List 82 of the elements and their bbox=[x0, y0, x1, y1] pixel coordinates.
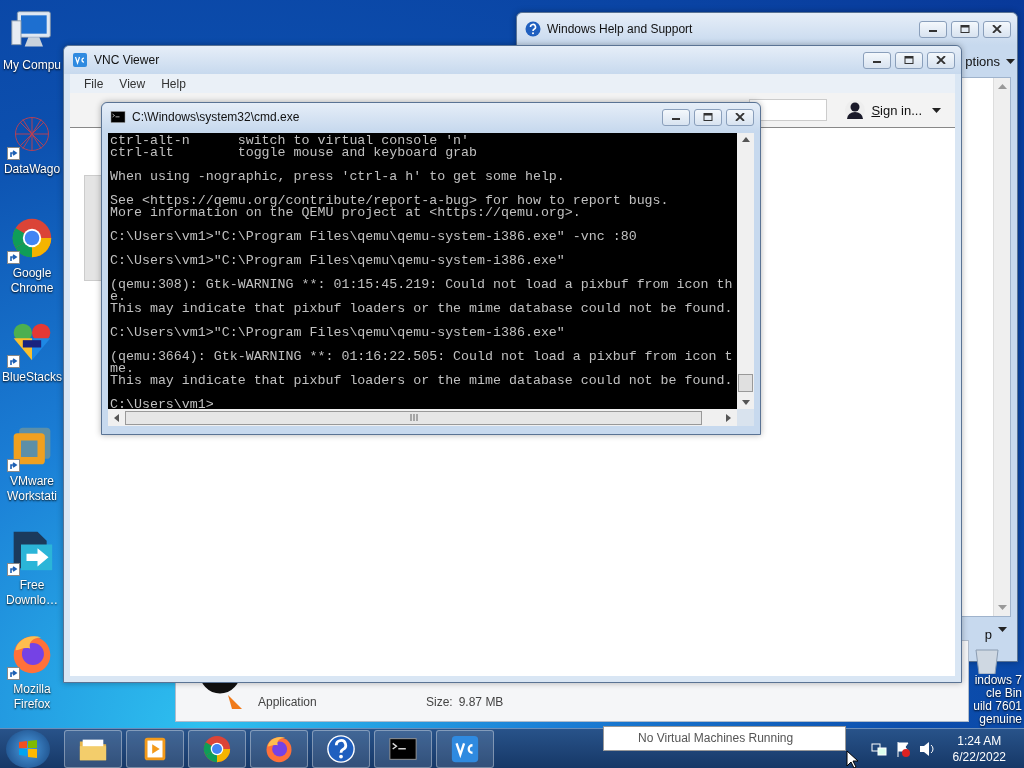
console-line: C:\Users\vm1>"C:\Program Files\qemu\qemu-system-i386.exe" -vnc :80 bbox=[110, 231, 638, 243]
clock-date: 6/22/2022 bbox=[952, 749, 1006, 765]
window-title: VNC Viewer bbox=[94, 53, 161, 67]
close-button[interactable] bbox=[927, 51, 955, 69]
console-line: When using -nographic, press 'ctrl-a h' to get some help. bbox=[110, 171, 566, 183]
console-line: This may indicate that pixbuf loaders or the mime database could not be found. bbox=[110, 375, 734, 387]
console-line: (qemu:3664): Gtk-WARNING **: 01:16:22.505: Could not load a pixbuf from icon t bbox=[110, 351, 734, 363]
console-line: More information on the QEMU project at <https://qemu.org>. bbox=[110, 207, 581, 219]
console-line: ctrl-alt toggle mouse and keyboard grab bbox=[110, 147, 479, 159]
watermark-text: uild 7601 bbox=[973, 700, 1022, 713]
console-line: See <https://qemu.org/contribute/report-a-bug> for how to report bugs. bbox=[110, 195, 670, 207]
console-line: ctrl-alt-n switch to virtual console 'n' bbox=[110, 135, 470, 147]
desktop-icon-label[interactable]: My Compu bbox=[1, 58, 63, 73]
desktop-icon-label[interactable]: VMware Workstati bbox=[1, 474, 63, 504]
vnc-viewer-icon[interactable] bbox=[450, 734, 480, 764]
sign-in-button[interactable]: Sign in... bbox=[871, 102, 922, 118]
firefox-icon bbox=[264, 734, 294, 764]
terminal-icon[interactable] bbox=[110, 109, 126, 125]
scroll-thumb[interactable] bbox=[738, 374, 753, 392]
desktop-icon-label[interactable]: cle Bin bbox=[985, 687, 1022, 700]
desktop-icon-label[interactable]: DataWago bbox=[1, 162, 63, 177]
caret-icon bbox=[998, 627, 1007, 632]
vertical-scrollbar[interactable] bbox=[737, 133, 754, 409]
close-button[interactable] bbox=[726, 108, 754, 126]
action-center-flag-icon[interactable] bbox=[894, 741, 911, 757]
console-line: C:\Users\vm1> bbox=[110, 399, 215, 409]
menu-item[interactable]: View bbox=[111, 76, 154, 91]
size-label: Size: bbox=[426, 695, 453, 709]
maximize-button[interactable] bbox=[951, 20, 979, 38]
scroll-up-icon[interactable] bbox=[741, 137, 750, 142]
scroll-down-icon[interactable] bbox=[741, 400, 750, 405]
console-line: e. bbox=[110, 291, 126, 303]
maximize-icon bbox=[703, 113, 713, 121]
window-title: Windows Help and Support bbox=[547, 22, 694, 36]
clock[interactable]: 1:24 AM 6/22/2022 bbox=[952, 733, 1006, 765]
help-icon[interactable] bbox=[326, 734, 356, 764]
minimize-button[interactable] bbox=[863, 51, 891, 69]
menu-item[interactable]: File bbox=[76, 76, 112, 91]
maximize-button[interactable] bbox=[694, 108, 722, 126]
chrome-icon bbox=[202, 734, 232, 764]
start-button[interactable] bbox=[6, 730, 50, 768]
console-line: (qemu:308): Gtk-WARNING **: 01:15:45.219: Could not load a pixbuf from icon th bbox=[110, 279, 734, 291]
close-icon bbox=[936, 56, 946, 64]
scroll-thumb[interactable] bbox=[125, 410, 702, 425]
horizontal-scrollbar[interactable] bbox=[108, 409, 754, 426]
close-icon bbox=[992, 25, 1002, 33]
desktop-icon-label[interactable]: Google Chrome bbox=[1, 266, 63, 296]
minimize-button[interactable] bbox=[662, 108, 690, 126]
mouse-cursor-icon bbox=[846, 750, 858, 768]
close-icon bbox=[735, 113, 745, 121]
console-line: C:\Users\vm1>"C:\Program Files\qemu\qemu-system-i386.exe" bbox=[110, 327, 566, 339]
close-button[interactable] bbox=[983, 20, 1011, 38]
options-menu[interactable]: ptions bbox=[965, 53, 1000, 69]
user-icon bbox=[845, 100, 866, 120]
watermark-text: genuine bbox=[979, 713, 1022, 726]
minimize-button[interactable] bbox=[919, 20, 947, 38]
scroll-left-icon[interactable] bbox=[114, 413, 119, 422]
file-type-label: Application bbox=[258, 695, 318, 709]
help-menu[interactable]: p bbox=[984, 627, 992, 642]
caret-icon bbox=[1006, 58, 1015, 64]
tooltip: No Virtual Machines Running bbox=[603, 726, 846, 751]
chrome-icon bbox=[10, 216, 54, 260]
windows-logo-icon bbox=[17, 738, 39, 760]
console-line: me. bbox=[110, 363, 134, 375]
network-icon[interactable] bbox=[870, 741, 887, 757]
maximize-button[interactable] bbox=[895, 51, 923, 69]
watermark-text: indows 7 bbox=[974, 674, 1022, 687]
vnc-viewer-icon[interactable] bbox=[72, 52, 88, 68]
menu-item[interactable]: Help bbox=[153, 76, 194, 91]
console-line: C:\Users\vm1>"C:\Program Files\qemu\qemu-system-i386.exe" bbox=[110, 255, 566, 267]
console-line: This may indicate that pixbuf loaders or the mime database could not be found. bbox=[110, 303, 734, 315]
clock-time: 1:24 AM bbox=[957, 733, 1002, 749]
maximize-icon bbox=[904, 56, 914, 64]
maximize-icon bbox=[960, 25, 970, 33]
window-title: C:\Windows\system32\cmd.exe bbox=[132, 110, 301, 124]
caret-icon bbox=[932, 107, 941, 113]
scroll-right-icon[interactable] bbox=[726, 413, 731, 422]
grip-icon bbox=[409, 414, 418, 421]
help-icon bbox=[525, 21, 541, 37]
size-value: 9.87 MB bbox=[458, 695, 504, 709]
desktop-icon-label[interactable]: BlueStacks bbox=[1, 370, 63, 385]
speaker-icon[interactable] bbox=[918, 741, 935, 757]
